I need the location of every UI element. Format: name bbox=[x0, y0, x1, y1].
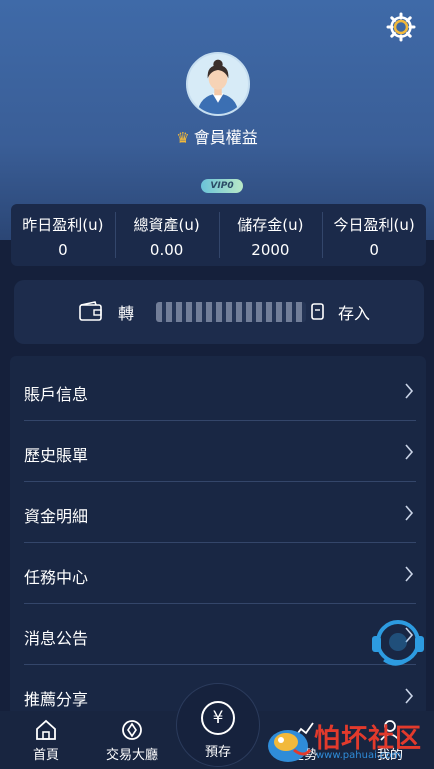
yen-icon: ¥ bbox=[201, 701, 235, 735]
deposit-icon bbox=[311, 303, 324, 320]
chevron-right-icon bbox=[405, 505, 414, 521]
stat-label: 昨日盈利(u) bbox=[22, 216, 104, 234]
menu-item-history-bills[interactable]: 歷史賬單 bbox=[10, 421, 426, 482]
stat-label: 儲存金(u) bbox=[237, 216, 304, 234]
vip-badge: VIP0 bbox=[201, 179, 243, 193]
headset-icon[interactable] bbox=[366, 616, 426, 672]
menu-item-label: 推薦分享 bbox=[24, 690, 89, 709]
menu-item-fund-details[interactable]: 資金明細 bbox=[10, 482, 426, 543]
stat-total-assets: 總資產(u) 0.00 bbox=[114, 204, 219, 266]
avatar-image bbox=[197, 59, 239, 114]
menu-item-account-info[interactable]: 賬戶信息 bbox=[10, 360, 426, 421]
tab-label: 交易大廳 bbox=[105, 748, 158, 763]
compass-icon bbox=[122, 720, 142, 740]
transfer-label: 轉 bbox=[118, 304, 135, 323]
watermark-url: www.pahuai.com bbox=[316, 750, 402, 761]
deposit-button[interactable]: 存入 bbox=[310, 300, 370, 324]
gear-icon[interactable] bbox=[386, 12, 416, 42]
tab-home[interactable]: 首頁 bbox=[6, 711, 86, 769]
stat-deposit: 儲存金(u) 2000 bbox=[218, 204, 323, 266]
chevron-right-icon bbox=[405, 383, 414, 399]
stat-value: 0.00 bbox=[149, 241, 184, 259]
menu-item-label: 任務中心 bbox=[24, 568, 89, 587]
home-icon bbox=[36, 719, 56, 740]
menu-item-announcements[interactable]: 消息公告 bbox=[10, 604, 426, 665]
obscured-text bbox=[156, 302, 306, 322]
watermark-emblem-icon bbox=[268, 730, 312, 762]
chevron-right-icon bbox=[405, 444, 414, 460]
menu-item-label: 消息公告 bbox=[24, 629, 89, 648]
watermark-logo: 怕坏社区 www.pahuai.com bbox=[262, 716, 434, 769]
stat-value: 0 bbox=[58, 241, 68, 259]
stat-value: 0 bbox=[369, 241, 379, 259]
crown-icon: ♛ bbox=[176, 129, 190, 147]
menu-list: 賬戶信息 歷史賬單 資金明細 任務中心 消息公告 推薦分享 bbox=[10, 356, 426, 716]
stat-label: 今日盈利(u) bbox=[333, 216, 415, 234]
chevron-right-icon bbox=[405, 566, 414, 582]
stats-card: 昨日盈利(u) 0 總資產(u) 0.00 儲存金(u) 2000 今日盈利(u… bbox=[11, 204, 426, 266]
stat-yesterday-profit: 昨日盈利(u) 0 bbox=[11, 204, 115, 266]
wallet-icon bbox=[79, 301, 102, 321]
tab-label: 預存 bbox=[204, 745, 231, 760]
transfer-card: 轉 存入 bbox=[14, 280, 424, 344]
stat-value: 2000 bbox=[251, 241, 290, 259]
stat-label: 總資產(u) bbox=[133, 216, 200, 234]
menu-item-label: 資金明細 bbox=[24, 507, 89, 526]
chevron-right-icon bbox=[405, 688, 414, 704]
menu-item-task-center[interactable]: 任務中心 bbox=[10, 543, 426, 604]
menu-item-label: 歷史賬單 bbox=[24, 446, 89, 465]
deposit-label: 存入 bbox=[338, 304, 371, 323]
tab-label: 首頁 bbox=[32, 748, 59, 763]
transfer-button[interactable]: 轉 bbox=[78, 300, 134, 324]
tab-trading-hall[interactable]: 交易大廳 bbox=[92, 711, 172, 769]
member-benefits-title[interactable]: ♛ 會員權益 bbox=[0, 124, 434, 148]
tab-pre-deposit[interactable]: ¥ 預存 bbox=[176, 683, 260, 767]
menu-item-label: 賬戶信息 bbox=[24, 385, 89, 404]
avatar[interactable] bbox=[186, 52, 250, 116]
member-benefits-label: 會員權益 bbox=[193, 128, 258, 147]
stat-today-profit: 今日盈利(u) 0 bbox=[322, 204, 426, 266]
